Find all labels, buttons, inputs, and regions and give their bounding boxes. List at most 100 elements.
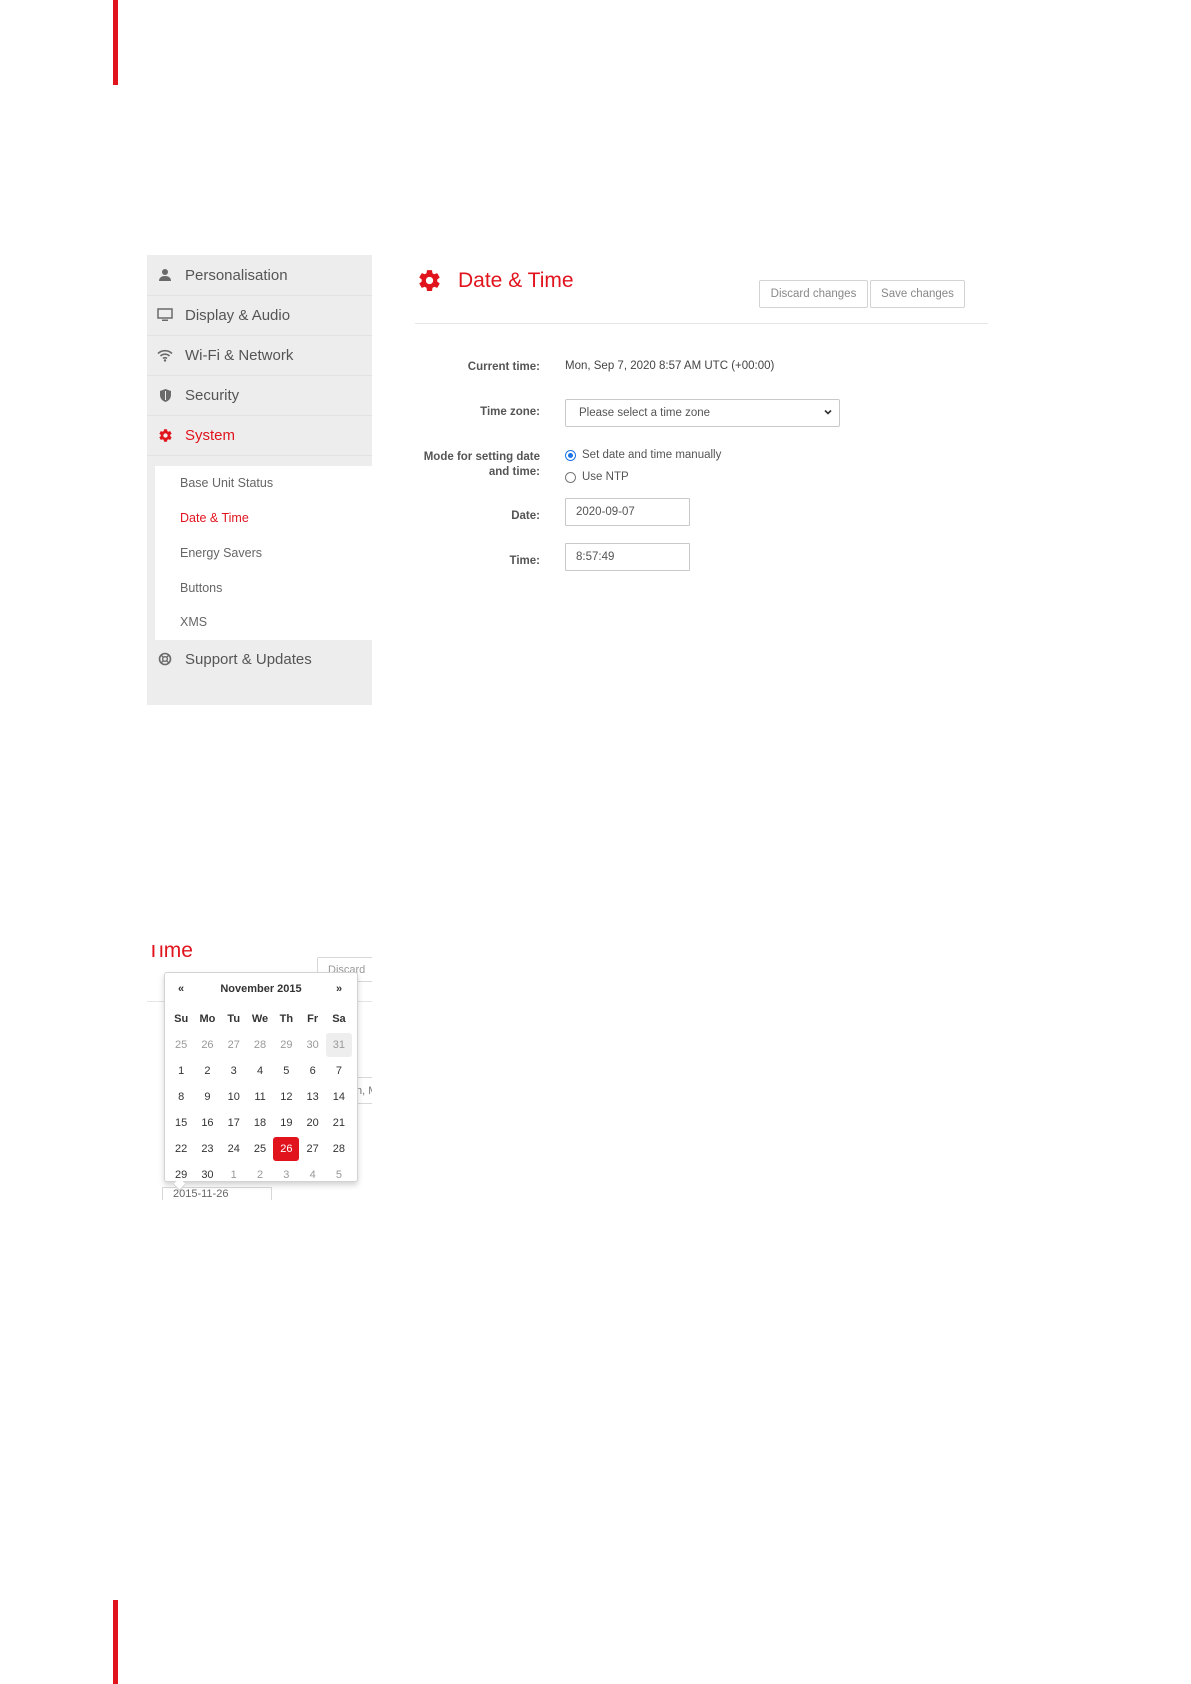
day-cell[interactable]: 16 [194,1111,220,1135]
page-accent-bar-top [113,0,118,85]
time-zone-placeholder: Please select a time zone [579,407,711,419]
datepicker-next-button[interactable]: » [336,983,342,995]
sidebar-item-personalisation[interactable]: Personalisation [147,255,372,296]
submenu-item-date-time[interactable]: Date & Time [180,511,249,525]
day-cell[interactable]: 13 [299,1085,325,1109]
chevron-down-icon [823,407,833,420]
day-cell[interactable]: 25 [168,1033,194,1057]
day-cell[interactable]: 5 [326,1163,352,1187]
week-row: 8 9 10 11 12 13 14 [168,1085,352,1111]
datepicker-popup: « November 2015 » Su Mo Tu We Th Fr Sa 2… [164,972,358,1191]
header-divider [415,323,988,324]
sidebar-item-wifi-network[interactable]: Wi-Fi & Network [147,335,372,376]
day-cell[interactable]: 26 [194,1033,220,1057]
day-cell[interactable]: 2 [247,1163,273,1187]
day-cell[interactable]: 12 [273,1085,299,1109]
day-cell[interactable]: 18 [247,1111,273,1135]
mode-manual-label: Set date and time manually [582,449,722,461]
gear-icon [417,268,442,298]
submenu-item-energy-savers[interactable]: Energy Savers [180,546,262,560]
day-cell[interactable]: 6 [299,1059,325,1083]
submenu-item-buttons[interactable]: Buttons [180,581,222,595]
weekday-row: Su Mo Tu We Th Fr Sa [168,1007,352,1033]
user-icon [157,267,173,283]
day-cell[interactable]: 17 [221,1111,247,1135]
sidebar-item-security[interactable]: Security [147,375,372,416]
time-zone-select[interactable]: Please select a time zone [565,399,840,427]
date-input[interactable]: 2020-09-07 [565,498,690,526]
day-cell[interactable]: 5 [273,1059,299,1083]
radio-checked-icon[interactable] [565,449,576,461]
day-cell[interactable]: 7 [326,1059,352,1083]
discard-changes-button[interactable]: Discard changes [759,280,868,308]
mode-ntp-radio[interactable]: Use NTP [565,471,629,483]
day-cell[interactable]: 10 [221,1085,247,1109]
day-cell[interactable]: 4 [247,1059,273,1083]
day-cell[interactable]: 1 [221,1163,247,1187]
shield-icon [157,387,173,403]
week-row: 1 2 3 4 5 6 7 [168,1059,352,1085]
submenu-item-base-unit-status[interactable]: Base Unit Status [180,476,273,490]
sidebar-item-system[interactable]: System [147,415,372,456]
day-cell[interactable]: 8 [168,1085,194,1109]
day-cell[interactable]: 21 [326,1111,352,1135]
sidebar-item-label: Personalisation [185,266,288,284]
day-cell[interactable]: 27 [299,1137,325,1161]
sidebar: Personalisation Display & Audio Wi-Fi & … [147,255,372,705]
date-label: Date: [511,510,540,522]
page-accent-bar-bottom [113,1600,118,1684]
weekday-label: Su [174,1013,189,1025]
save-changes-button[interactable]: Save changes [870,280,965,308]
mode-label-line-1: Mode for setting date [423,451,540,463]
radio-unchecked-icon[interactable] [565,471,576,483]
day-cell[interactable]: 14 [326,1085,352,1109]
datepicker-grid: Su Mo Tu We Th Fr Sa 25 26 27 28 29 30 3… [168,1007,353,1189]
day-cell[interactable]: 28 [326,1137,352,1161]
day-cell[interactable]: 2 [194,1059,220,1083]
week-row: 25 26 27 28 29 30 31 [168,1033,353,1059]
datepicker-month-label[interactable]: November 2015 [165,983,357,995]
sidebar-item-display-audio[interactable]: Display & Audio [147,295,372,336]
day-cell[interactable]: 28 [247,1033,273,1057]
day-cell[interactable]: 23 [194,1137,220,1161]
sidebar-item-label: System [185,426,236,444]
day-cell[interactable]: 3 [221,1059,247,1083]
current-time-value: Mon, Sep 7, 2020 8:57 AM UTC (+00:00) [565,360,775,372]
page-title: Date & Time [458,269,574,292]
day-cell[interactable]: 20 [299,1111,325,1135]
day-cell[interactable]: 11 [247,1085,273,1109]
weekday-label: Fr [307,1013,319,1025]
gear-icon [157,427,173,443]
day-cell[interactable]: 30 [194,1163,220,1187]
day-cell[interactable]: 24 [221,1137,247,1161]
mode-ntp-label: Use NTP [582,471,629,483]
mode-manual-radio[interactable]: Set date and time manually [565,449,721,461]
day-cell[interactable]: 22 [168,1137,194,1161]
day-cell[interactable]: 29 [273,1033,299,1057]
day-cell[interactable]: 29 [168,1163,194,1187]
day-cell-selected[interactable]: 26 [273,1137,300,1161]
day-cell[interactable]: 3 [273,1163,299,1187]
monitor-icon [157,307,173,323]
day-cell[interactable]: 15 [168,1111,194,1135]
sidebar-item-label: Wi-Fi & Network [185,346,294,364]
weekday-label: Th [279,1013,294,1025]
time-label: Time: [509,555,540,567]
time-zone-label: Time zone: [480,406,540,418]
day-cell[interactable]: 27 [221,1033,247,1057]
submenu-item-xms[interactable]: XMS [180,615,207,629]
day-cell[interactable]: 4 [299,1163,325,1187]
background-title-fragment: Time [147,945,193,962]
datepicker-screenshot: Time Discard n, M 2015-11-26 « November … [147,945,372,1200]
day-cell[interactable]: 30 [299,1033,325,1057]
sidebar-item-label: Display & Audio [185,306,291,324]
day-cell[interactable]: 25 [247,1137,273,1161]
day-cell-highlighted[interactable]: 31 [325,1033,353,1057]
sidebar-item-label: Support & Updates [185,650,312,668]
day-cell[interactable]: 1 [168,1059,194,1083]
time-input[interactable]: 8:57:49 [565,543,690,571]
sidebar-item-support-updates[interactable]: Support & Updates [147,639,372,679]
mode-label: Mode for setting date and time: [412,450,540,480]
day-cell[interactable]: 9 [194,1085,220,1109]
day-cell[interactable]: 19 [273,1111,299,1135]
